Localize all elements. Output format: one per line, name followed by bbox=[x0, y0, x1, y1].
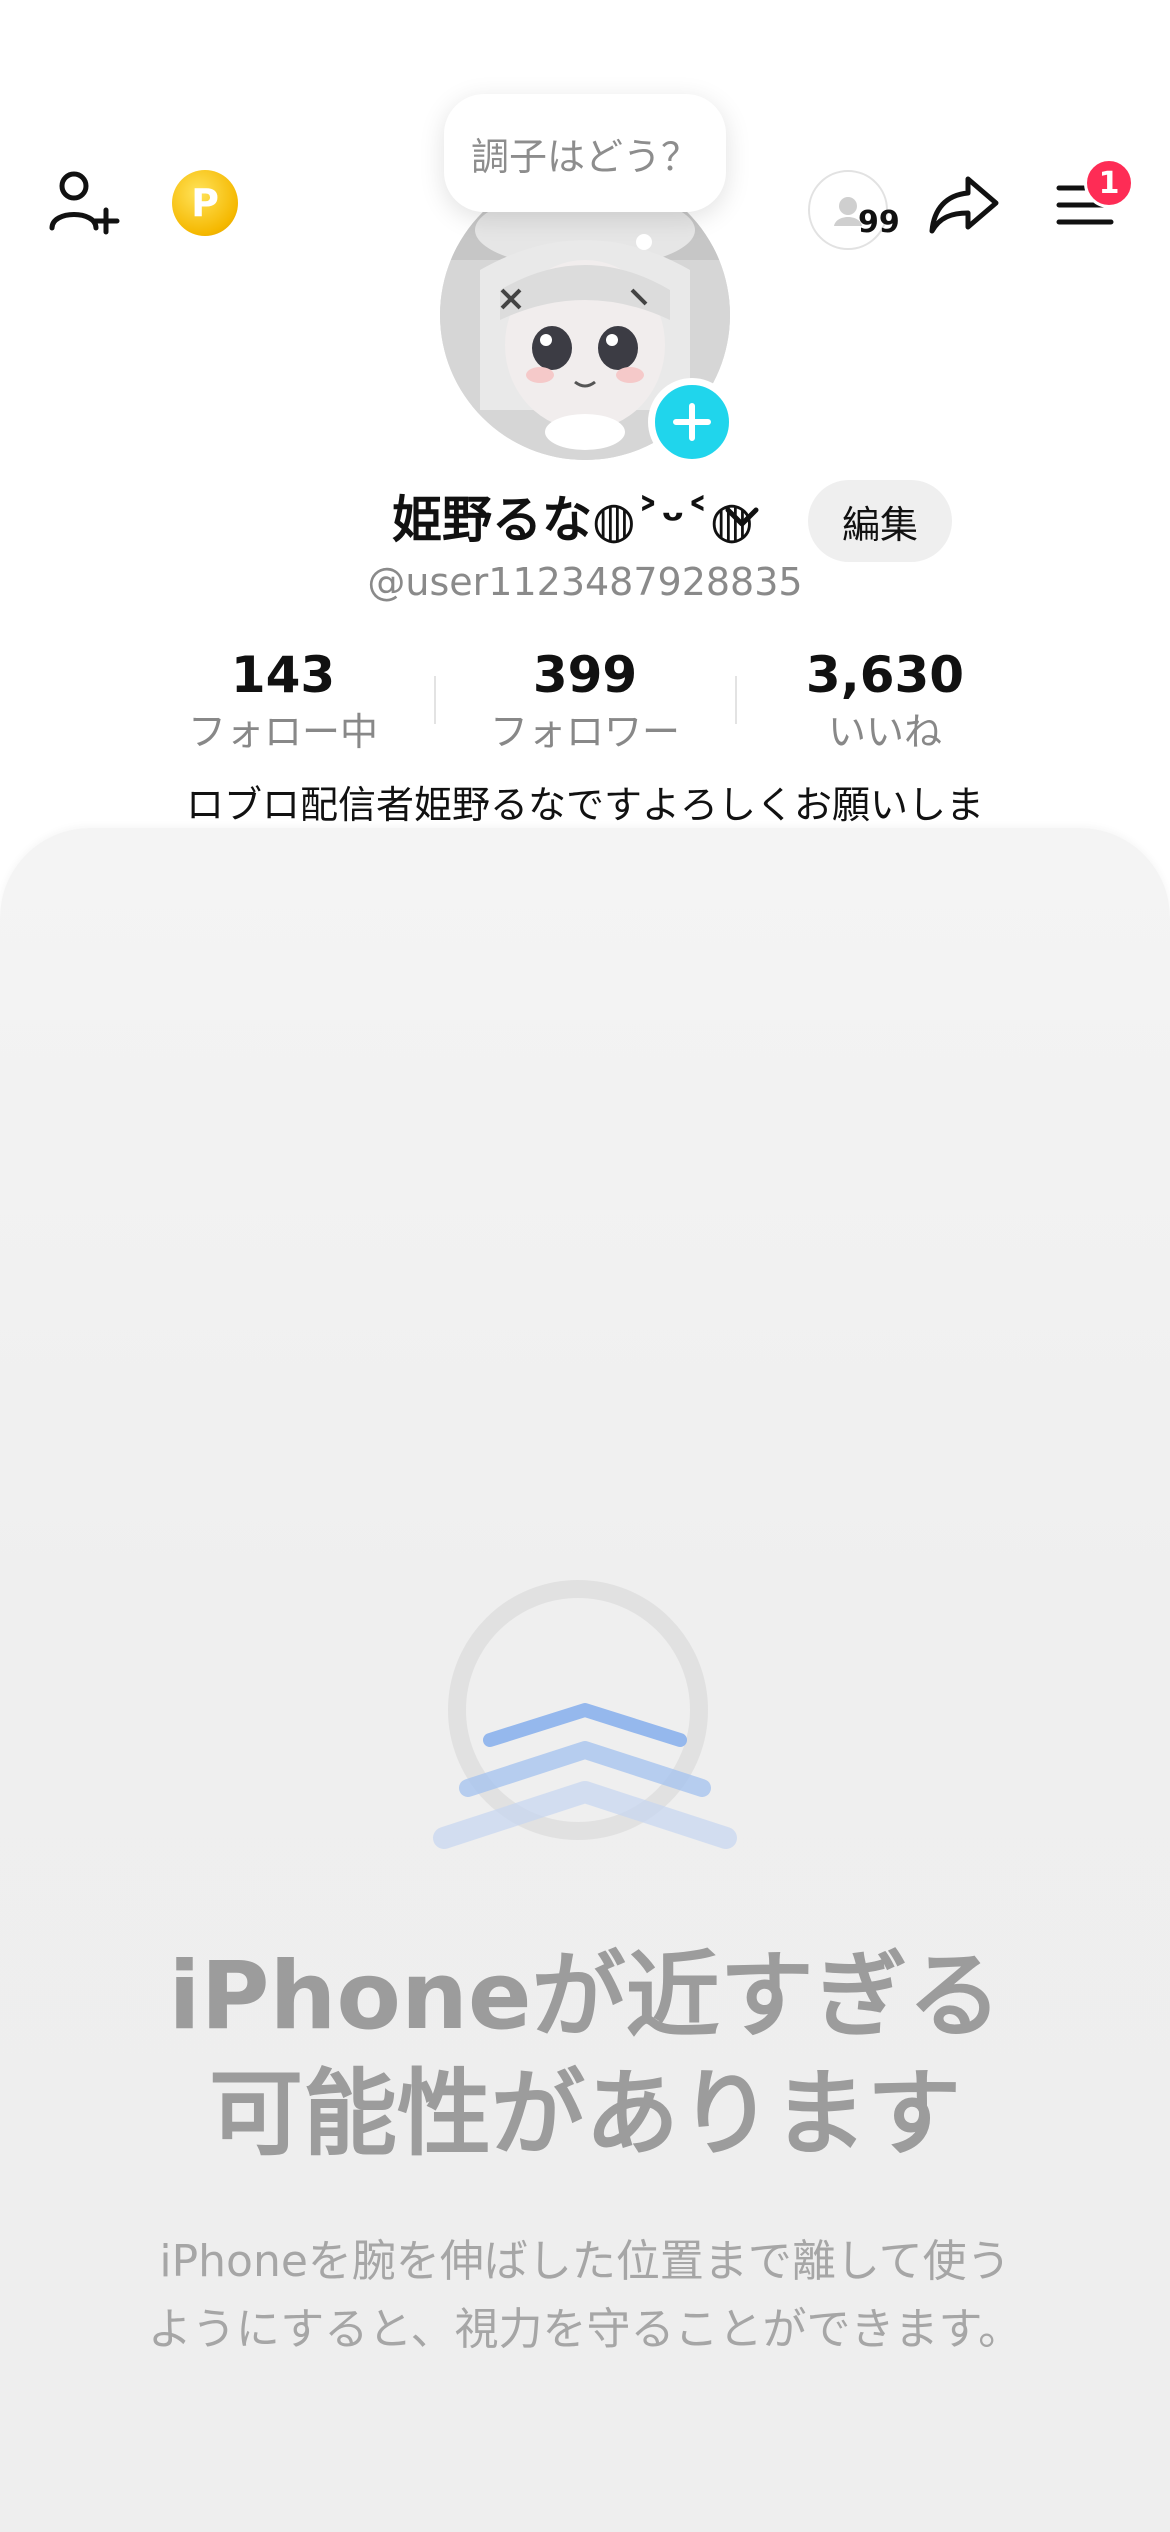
display-name[interactable]: 姫野るな◍˃ᵕ˂◍ bbox=[392, 480, 754, 552]
coin-button[interactable]: P bbox=[172, 170, 238, 236]
add-friend-icon bbox=[49, 171, 120, 235]
creator-count: 99 bbox=[858, 205, 900, 240]
chevrons-up-icon bbox=[433, 1703, 737, 1849]
edit-profile-button[interactable]: 編集 bbox=[808, 480, 952, 562]
bubble-tail bbox=[636, 234, 652, 250]
warning-title-line1: iPhoneが近すぎる bbox=[168, 1942, 1002, 2051]
share-button[interactable] bbox=[925, 165, 1005, 245]
notification-badge: 1 bbox=[1084, 158, 1134, 208]
profile-bio: ロブロ配信者姫野るなですよろしくお願いしま bbox=[185, 783, 984, 827]
followers-count: 399 bbox=[532, 646, 638, 704]
chevron-down-icon[interactable] bbox=[722, 502, 762, 532]
following-label: フォロー中 bbox=[187, 710, 378, 754]
profile-stats: 143 フォロー中 399 フォロワー 3,630 いいね bbox=[0, 640, 1170, 760]
warning-title-line2: 可能性があります bbox=[208, 2060, 961, 2169]
coin-icon: P bbox=[191, 181, 219, 225]
stat-followers[interactable]: 399 フォロワー bbox=[435, 640, 735, 754]
warning-body-line2: ようにすると、視力を守ることができます。 bbox=[147, 2304, 1023, 2355]
warning-title: iPhoneが近すぎる 可能性があります bbox=[0, 1938, 1170, 2174]
add-avatar-button[interactable] bbox=[648, 378, 736, 466]
screen-distance-overlay: iPhoneが近すぎる 可能性があります iPhoneを腕を伸ばした位置まで離し… bbox=[0, 828, 1170, 2532]
warning-body-line1: iPhoneを腕を伸ばした位置まで離して使う bbox=[159, 2236, 1011, 2287]
warning-body: iPhoneを腕を伸ばした位置まで離して使う ようにすると、視力を守ることができ… bbox=[0, 2228, 1170, 2364]
following-count: 143 bbox=[230, 646, 336, 704]
add-friend-button[interactable] bbox=[40, 160, 130, 250]
status-bubble-text: 調子はどう？ bbox=[470, 134, 699, 179]
followers-label: フォロワー bbox=[489, 710, 680, 754]
share-icon bbox=[929, 176, 999, 234]
likes-label: いいね bbox=[827, 710, 942, 754]
stat-likes[interactable]: 3,630 いいね bbox=[735, 640, 1035, 754]
stat-following[interactable]: 143 フォロー中 bbox=[133, 640, 433, 754]
status-bubble[interactable]: 調子はどう？ bbox=[444, 94, 726, 212]
plus-icon bbox=[673, 403, 711, 441]
likes-count: 3,630 bbox=[805, 646, 965, 704]
name-row: 姫野るな◍˃ᵕ˂◍ 編集 bbox=[0, 480, 1170, 562]
user-handle: @user1123487928835 bbox=[367, 560, 803, 604]
